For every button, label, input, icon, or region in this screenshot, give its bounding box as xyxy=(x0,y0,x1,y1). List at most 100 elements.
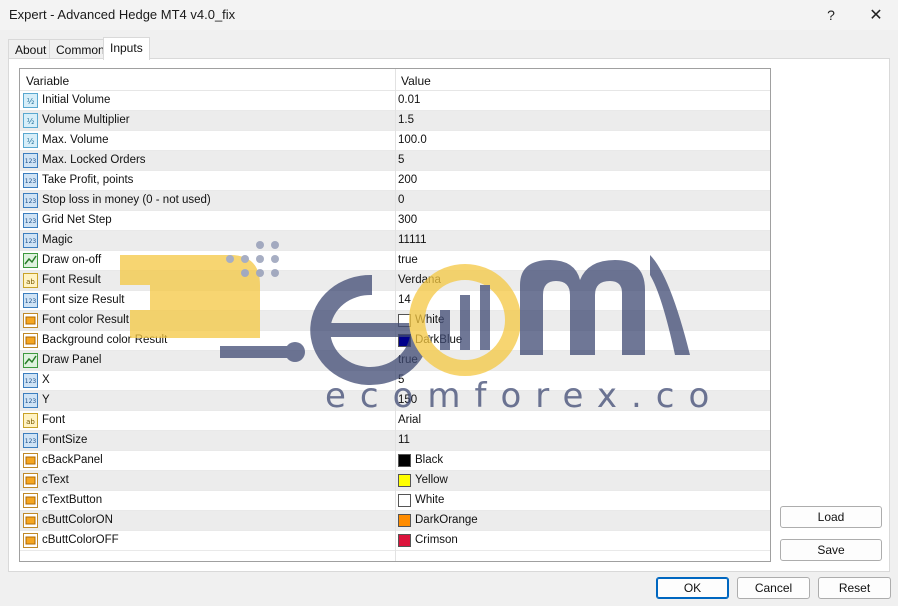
load-button[interactable]: Load xyxy=(780,506,882,528)
variable-value[interactable]: 5 xyxy=(398,154,404,166)
column-separator[interactable] xyxy=(395,69,396,561)
double-type-icon: ½ xyxy=(23,93,38,108)
close-button[interactable]: ✕ xyxy=(853,0,898,30)
svg-text:ab: ab xyxy=(26,418,35,426)
color-swatch[interactable] xyxy=(398,454,411,467)
close-icon: ✕ xyxy=(869,7,883,24)
reset-button[interactable]: Reset xyxy=(818,577,891,599)
integer-type-icon: 123 xyxy=(23,433,38,448)
ok-button[interactable]: OK xyxy=(656,577,729,599)
variable-name: Stop loss in money (0 - not used) xyxy=(42,194,211,206)
color-swatch[interactable] xyxy=(398,474,411,487)
color-swatch[interactable] xyxy=(398,334,411,347)
svg-text:123: 123 xyxy=(25,178,37,185)
double-type-icon: ½ xyxy=(23,113,38,128)
window-title: Expert - Advanced Hedge MT4 v4.0_fix xyxy=(9,7,236,22)
variable-name: cText xyxy=(42,474,69,486)
color-swatch[interactable] xyxy=(398,514,411,527)
variable-value[interactable]: true xyxy=(398,254,418,266)
variable-value[interactable]: 0 xyxy=(398,194,404,206)
save-button[interactable]: Save xyxy=(780,539,882,561)
color-type-icon xyxy=(23,493,38,508)
integer-type-icon: 123 xyxy=(23,373,38,388)
variable-value[interactable]: 200 xyxy=(398,174,417,186)
variable-value[interactable]: 150 xyxy=(398,394,417,406)
double-type-icon: ½ xyxy=(23,133,38,148)
integer-type-icon: 123 xyxy=(23,393,38,408)
variable-value[interactable]: 300 xyxy=(398,214,417,226)
integer-type-icon: 123 xyxy=(23,293,38,308)
variable-value[interactable]: White xyxy=(415,494,444,506)
svg-text:123: 123 xyxy=(25,378,37,385)
variable-value[interactable]: true xyxy=(398,354,418,366)
svg-text:123: 123 xyxy=(25,158,37,165)
cancel-button[interactable]: Cancel xyxy=(737,577,810,599)
color-type-icon xyxy=(23,473,38,488)
tab-about[interactable]: About xyxy=(8,39,54,59)
integer-type-icon: 123 xyxy=(23,233,38,248)
color-swatch[interactable] xyxy=(398,534,411,547)
variable-value[interactable]: DarkOrange xyxy=(415,514,478,526)
header-variable[interactable]: Variable xyxy=(26,74,69,88)
variable-name: Font color Result xyxy=(42,314,129,326)
svg-text:123: 123 xyxy=(25,238,37,245)
variable-value[interactable]: Verdana xyxy=(398,274,441,286)
color-type-icon xyxy=(23,533,38,548)
variable-value[interactable]: Yellow xyxy=(415,474,448,486)
variable-value[interactable]: 14 xyxy=(398,294,411,306)
variable-name: Take Profit, points xyxy=(42,174,134,186)
svg-text:½: ½ xyxy=(27,117,35,126)
color-swatch[interactable] xyxy=(398,314,411,327)
color-swatch[interactable] xyxy=(398,494,411,507)
color-type-icon xyxy=(23,453,38,468)
variable-name: cButtColorOFF xyxy=(42,534,119,546)
variable-name: Font Result xyxy=(42,274,101,286)
variable-name: Volume Multiplier xyxy=(42,114,130,126)
string-type-icon: ab xyxy=(23,413,38,428)
variable-name: X xyxy=(42,374,50,386)
svg-text:123: 123 xyxy=(25,438,37,445)
svg-text:ab: ab xyxy=(26,278,35,286)
color-type-icon xyxy=(23,333,38,348)
inputs-table[interactable]: Variable Value ½ Initial Volume 0.01 ½ Volum… xyxy=(19,68,771,562)
variable-name: Max. Volume xyxy=(42,134,109,146)
variable-value[interactable]: White xyxy=(415,314,444,326)
variable-value[interactable]: 5 xyxy=(398,374,404,386)
help-button[interactable]: ? xyxy=(808,0,854,30)
variable-name: cButtColorON xyxy=(42,514,113,526)
svg-text:123: 123 xyxy=(25,198,37,205)
variable-value[interactable]: 0.01 xyxy=(398,94,420,106)
svg-text:½: ½ xyxy=(27,97,35,106)
variable-name: Draw Panel xyxy=(42,354,102,366)
variable-value[interactable]: 11111 xyxy=(398,234,427,246)
variable-name: Magic xyxy=(42,234,73,246)
variable-name: Background color Result xyxy=(42,334,168,346)
variable-name: Font size Result xyxy=(42,294,125,306)
string-type-icon: ab xyxy=(23,273,38,288)
variable-name: Y xyxy=(42,394,50,406)
svg-text:123: 123 xyxy=(25,398,37,405)
tab-inputs[interactable]: Inputs xyxy=(103,37,150,60)
color-type-icon xyxy=(23,313,38,328)
variable-value[interactable]: DarkBlue xyxy=(415,334,462,346)
variable-value[interactable]: Crimson xyxy=(415,534,458,546)
variable-value[interactable]: Black xyxy=(415,454,443,466)
variable-name: cBackPanel xyxy=(42,454,103,466)
integer-type-icon: 123 xyxy=(23,213,38,228)
variable-value[interactable]: 11 xyxy=(398,434,410,446)
variable-name: FontSize xyxy=(42,434,88,446)
variable-name: cTextButton xyxy=(42,494,103,506)
variable-value[interactable]: 100.0 xyxy=(398,134,427,146)
svg-text:123: 123 xyxy=(25,218,37,225)
title-bar: Expert - Advanced Hedge MT4 v4.0_fix ? ✕ xyxy=(0,0,898,30)
help-icon: ? xyxy=(827,7,835,23)
svg-text:123: 123 xyxy=(25,298,37,305)
header-value[interactable]: Value xyxy=(401,74,431,88)
color-type-icon xyxy=(23,513,38,528)
variable-name: Grid Net Step xyxy=(42,214,112,226)
variable-value[interactable]: 1.5 xyxy=(398,114,414,126)
bool-type-icon xyxy=(23,253,38,268)
variable-value[interactable]: Arial xyxy=(398,414,421,426)
variable-name: Initial Volume xyxy=(42,94,111,106)
svg-text:½: ½ xyxy=(27,137,35,146)
